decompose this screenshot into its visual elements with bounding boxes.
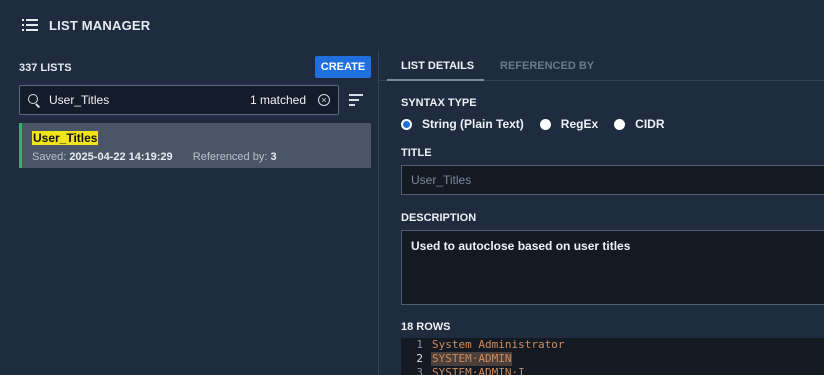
lists-count: 337 LISTS <box>19 62 72 74</box>
sort-icon[interactable] <box>349 94 363 106</box>
details-panel: LIST DETAILS REFERENCED BY SYNTAX TYPE S… <box>379 50 824 375</box>
list-item-name: User_Titles <box>32 131 99 145</box>
match-count: 1 matched <box>249 93 306 107</box>
list-item[interactable]: User_Titles Saved: 2025-04-22 14:19:29 R… <box>19 123 371 168</box>
row-line: 1 System Administrator <box>401 338 824 352</box>
row-text: SYSTEM·ADMIN <box>431 352 513 366</box>
radio-cidr-label[interactable]: CIDR <box>635 117 664 131</box>
row-line: 2 SYSTEM·ADMIN <box>401 352 824 366</box>
rows-label: 18 ROWS <box>401 321 451 333</box>
list-item-meta: Saved: 2025-04-22 14:19:29 Referenced by… <box>32 151 361 163</box>
menu-list-icon[interactable] <box>22 19 38 31</box>
saved-value: 2025-04-22 14:19:29 <box>69 151 173 163</box>
title-label: TITLE <box>401 147 432 159</box>
syntax-type-options: String (Plain Text) RegEx CIDR <box>401 117 681 131</box>
radio-cidr[interactable] <box>614 118 626 130</box>
create-button[interactable]: CREATE <box>315 56 371 78</box>
radio-regex-label[interactable]: RegEx <box>561 117 598 131</box>
title-field[interactable]: User_Titles <box>401 165 824 195</box>
syntax-type-label: SYNTAX TYPE <box>401 97 477 109</box>
tab-referenced-by[interactable]: REFERENCED BY <box>500 60 594 72</box>
row-line: 3 SYSTEM·ADMIN·I <box>401 366 824 375</box>
tab-bar: LIST DETAILS REFERENCED BY <box>379 50 824 81</box>
app-header: LIST MANAGER <box>0 0 824 50</box>
row-number: 3 <box>416 366 423 375</box>
row-number: 1 <box>416 338 423 351</box>
tab-list-details[interactable]: LIST DETAILS <box>401 60 474 72</box>
row-text: SYSTEM·ADMIN·I <box>432 366 525 375</box>
referenced-label: Referenced by: <box>192 151 268 163</box>
radio-string[interactable] <box>401 118 412 130</box>
search-box[interactable]: User_Titles 1 matched × <box>19 85 339 115</box>
radio-regex[interactable] <box>539 118 551 130</box>
saved-label: Saved: <box>32 151 67 163</box>
radio-string-label[interactable]: String (Plain Text) <box>422 117 524 131</box>
rows-editor[interactable]: 1 System Administrator 2 SYSTEM·ADMIN 3 … <box>401 338 824 375</box>
row-text: System Administrator <box>432 338 565 351</box>
row-number: 2 <box>416 352 423 365</box>
app-title: LIST MANAGER <box>49 17 151 33</box>
active-tab-indicator <box>387 79 484 81</box>
description-label: DESCRIPTION <box>401 212 477 224</box>
description-field[interactable]: Used to autoclose based on user titles <box>401 230 824 305</box>
search-icon <box>28 93 41 107</box>
lists-panel: 337 LISTS CREATE User_Titles 1 matched ×… <box>0 50 378 375</box>
referenced-value: 3 <box>270 151 277 163</box>
clear-icon[interactable]: × <box>318 94 330 106</box>
search-input[interactable]: User_Titles <box>49 93 250 107</box>
